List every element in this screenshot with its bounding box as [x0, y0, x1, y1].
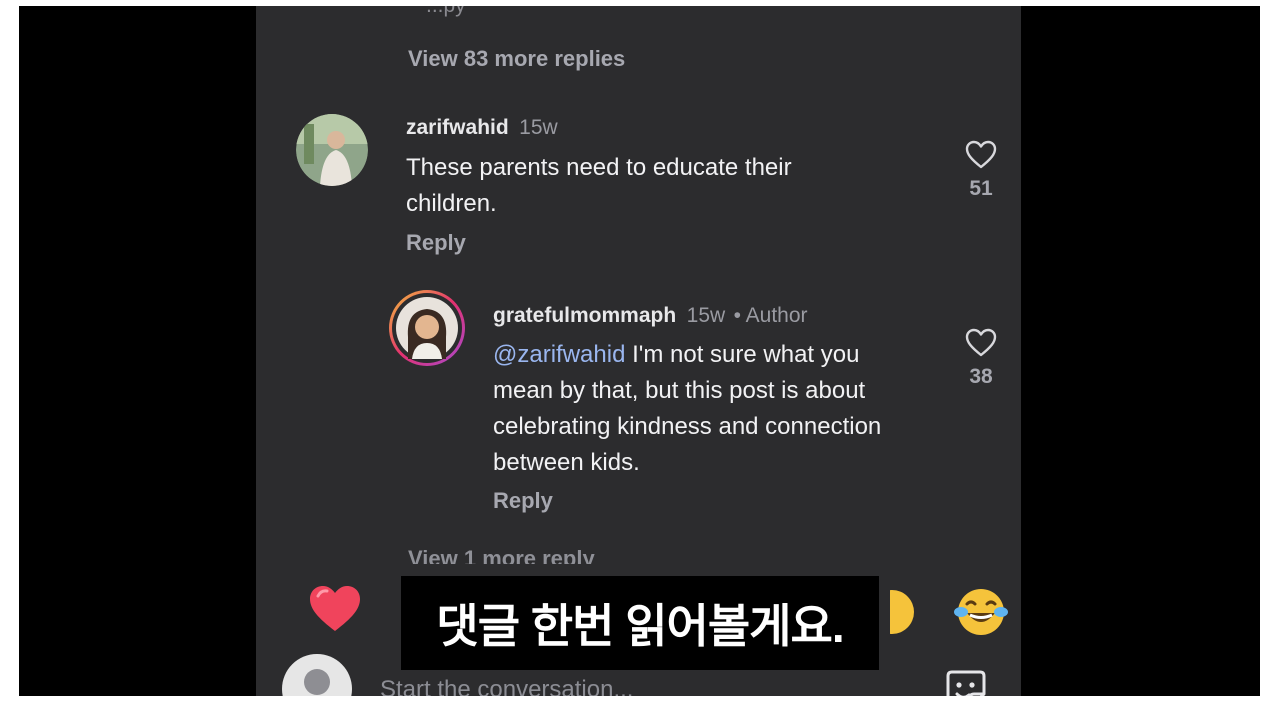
- like-button[interactable]: 51: [956, 140, 1006, 201]
- reply-button[interactable]: Reply: [493, 488, 553, 514]
- grinning-face-icon: [870, 590, 916, 640]
- reply-button[interactable]: Reply: [406, 230, 466, 256]
- comment-username[interactable]: zarifwahid: [406, 116, 509, 139]
- tears-of-joy-icon: [953, 589, 1009, 642]
- grinning-face-reaction[interactable]: [870, 588, 916, 641]
- comment-username[interactable]: gratefulmommaph: [493, 304, 676, 327]
- comment-time: 15w: [686, 304, 726, 327]
- comment-input[interactable]: Start the conversation...: [380, 676, 633, 696]
- comment-text: These parents need to educate their chil…: [406, 154, 792, 217]
- comment-gratefulmommaph: gratefulmommaph 15w • Author @zarifwahid…: [389, 290, 989, 530]
- red-heart-reaction[interactable]: [308, 584, 362, 639]
- like-count: 38: [969, 365, 993, 388]
- like-count: 51: [969, 177, 993, 200]
- heart-outline-icon: [965, 140, 997, 174]
- video-subtitle: 댓글 한번 읽어볼게요.: [401, 576, 879, 670]
- comment-text: @zarifwahid I'm not sure what you mean b…: [493, 337, 913, 481]
- composer-avatar: [282, 654, 352, 696]
- avatar[interactable]: [296, 114, 368, 186]
- heart-outline-icon: [965, 328, 997, 362]
- comment-zarifwahid: zarifwahid 15w These parents need to edu…: [296, 108, 996, 268]
- sticker-button[interactable]: [944, 668, 988, 696]
- red-heart-icon: [308, 586, 362, 638]
- author-tag: • Author: [733, 304, 808, 327]
- avatar[interactable]: [389, 290, 465, 366]
- mention-link[interactable]: @zarifwahid: [493, 341, 625, 368]
- like-button[interactable]: 38: [956, 328, 1006, 389]
- clipped-top-text: ...py: [426, 6, 466, 18]
- tears-of-joy-reaction[interactable]: [953, 586, 1009, 643]
- view-more-reply-link[interactable]: View 1 more reply: [408, 546, 595, 564]
- view-more-replies-link[interactable]: View 83 more replies: [408, 46, 625, 72]
- comment-time: 15w: [519, 116, 558, 139]
